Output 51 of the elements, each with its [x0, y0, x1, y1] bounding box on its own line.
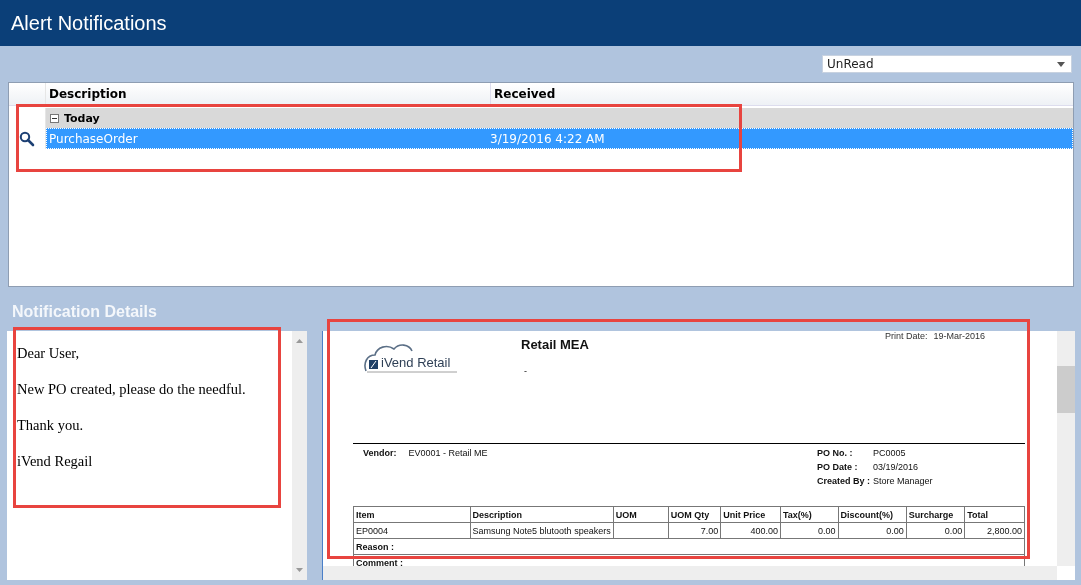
table-header: Description — [470, 506, 614, 523]
table-header: UOM — [613, 506, 669, 523]
group-row[interactable]: Today — [46, 108, 1073, 128]
print-date-label: Print Date: — [884, 331, 928, 341]
window-title: Alert Notifications — [11, 11, 167, 35]
up-arrow-icon[interactable] — [296, 339, 303, 343]
table-header: Item — [353, 506, 471, 523]
field-label: PO Date : — [817, 462, 859, 472]
group-label: Today — [64, 111, 100, 125]
print-date-value: 19-Mar-2016 — [933, 331, 985, 341]
column-header[interactable]: Description — [46, 83, 491, 105]
reason-label: Reason : — [353, 538, 1025, 555]
collapse-icon[interactable] — [50, 113, 59, 123]
field-value: Store Manager — [873, 476, 933, 486]
field-value: 03/19/2016 — [873, 462, 919, 472]
vendor-value: EV0001 - Retail ME — [408, 448, 488, 460]
scrollbar[interactable] — [1057, 331, 1075, 566]
table-header: Unit Price — [720, 506, 781, 523]
table-cell: 400.00 — [720, 522, 781, 539]
down-arrow-icon[interactable] — [296, 568, 303, 572]
table-cell: Samsung Note5 blutooth speakers — [470, 522, 614, 539]
table-cell: 2,800.00 — [964, 522, 1025, 539]
table-cell — [613, 522, 669, 539]
company-name: Retail MEA — [521, 337, 589, 352]
message-text: Thank you. — [17, 417, 85, 434]
scrollbar[interactable] — [323, 566, 1057, 580]
table-cell: 0.00 — [838, 522, 907, 539]
message-text: New PO created, please do the needful. — [17, 381, 247, 398]
message-text: Dear User, — [17, 345, 81, 362]
field-label: Created By : — [817, 476, 871, 486]
filter-dropdown[interactable]: UnRead — [822, 55, 1072, 73]
table-cell: EP0004 — [353, 522, 471, 539]
message-text: iVend Regail — [17, 453, 94, 470]
table-header: Discount(%) — [838, 506, 907, 523]
table-header: UOM Qty — [668, 506, 721, 523]
table-header: Surcharge — [906, 506, 965, 523]
field-value: PC0005 — [873, 448, 906, 458]
caret-icon — [1057, 61, 1065, 67]
table-cell: 0.00 — [780, 522, 839, 539]
field-label: PO No. : — [817, 448, 854, 458]
logo: iVend Retail — [363, 341, 483, 375]
table-cell: 7.00 — [668, 522, 721, 539]
table-header: Total — [964, 506, 1025, 523]
search-icon[interactable] — [19, 130, 35, 147]
vendor-label: Vendor: — [363, 448, 397, 460]
scrollbar[interactable] — [292, 331, 307, 580]
column-header[interactable]: Received — [491, 83, 556, 105]
panel-title: Notification Details — [11, 302, 158, 322]
table-cell: 0.00 — [906, 522, 965, 539]
subtitle-text: - — [524, 366, 528, 376]
table-header: Tax(%) — [780, 506, 839, 523]
